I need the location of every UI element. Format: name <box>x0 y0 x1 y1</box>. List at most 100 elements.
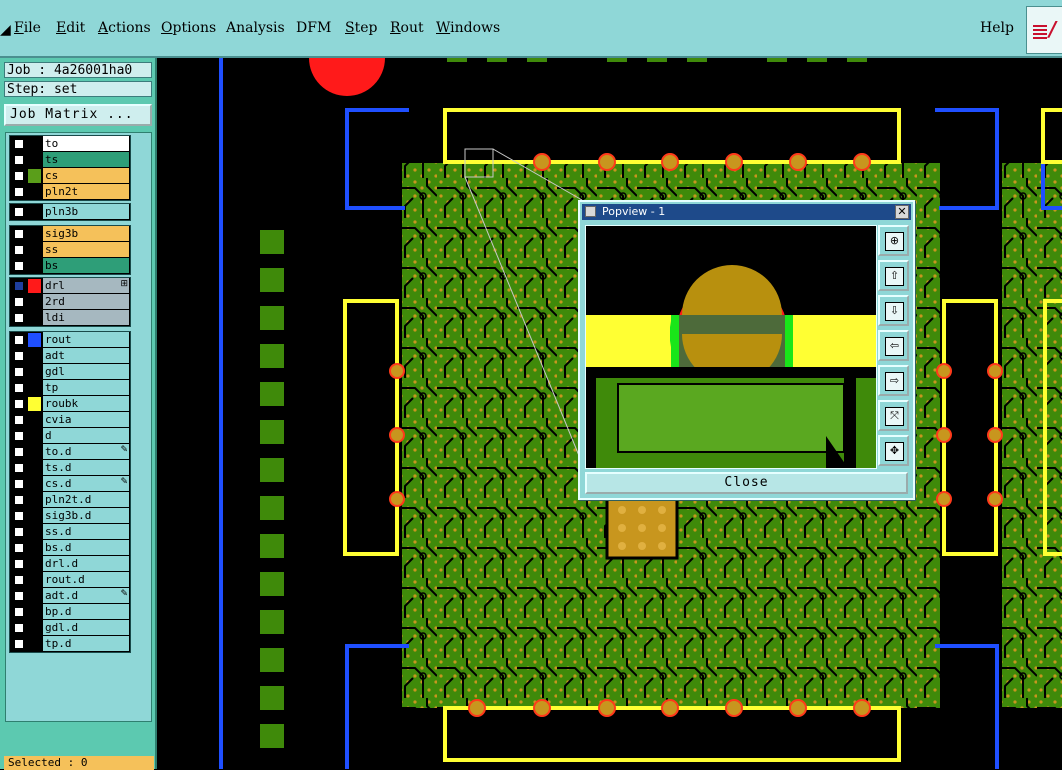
layer-name[interactable]: drl.d <box>43 556 129 571</box>
layer-color-swatch[interactable] <box>28 461 41 475</box>
layer-row-cs-d[interactable]: cs.d ✎ <box>10 476 130 492</box>
layer-name[interactable]: gdl <box>43 364 129 379</box>
layer-color-swatch[interactable] <box>28 589 41 603</box>
layer-checkbox[interactable] <box>14 591 24 601</box>
layer-color-swatch[interactable] <box>28 243 41 257</box>
menu-analysis[interactable]: Analysis <box>226 20 285 36</box>
graphics-canvas[interactable]: Popview - 1 ✕ ⊕ ⇧ ⇩ ⇦ ⇨ ⤧ ✥ Close <box>157 58 1062 769</box>
menu-windows[interactable]: Windows <box>436 20 500 36</box>
layer-checkbox[interactable] <box>14 281 24 291</box>
layer-row-bs[interactable]: bs <box>10 258 130 274</box>
layer-row-sig3b-d[interactable]: sig3b.d <box>10 508 130 524</box>
layer-checkbox[interactable] <box>14 639 24 649</box>
menu-rout[interactable]: Rout <box>390 20 424 36</box>
layer-name[interactable]: ts <box>43 152 129 167</box>
layer-checkbox[interactable] <box>14 575 24 585</box>
layer-color-swatch[interactable] <box>28 573 41 587</box>
layer-name[interactable]: ts.d <box>43 460 129 475</box>
layer-color-swatch[interactable] <box>28 381 41 395</box>
layer-color-swatch[interactable] <box>28 365 41 379</box>
layer-row-roubk[interactable]: roubk <box>10 396 130 412</box>
layer-name[interactable]: pln2t.d <box>43 492 129 507</box>
layer-checkbox[interactable] <box>14 607 24 617</box>
layer-row-adt[interactable]: adt <box>10 348 130 364</box>
layer-checkbox[interactable] <box>14 139 24 149</box>
layer-row-pln3b[interactable]: pln3b <box>10 204 130 220</box>
layer-row-adt-d[interactable]: adt.d ✎ <box>10 588 130 604</box>
layer-row-tp[interactable]: tp <box>10 380 130 396</box>
layer-name[interactable]: to <box>43 136 129 151</box>
layer-name[interactable]: ss <box>43 242 129 257</box>
layer-name[interactable]: rout <box>43 332 129 347</box>
layer-row-rout-d[interactable]: rout.d <box>10 572 130 588</box>
layer-checkbox[interactable] <box>14 313 24 323</box>
layer-checkbox[interactable] <box>14 431 24 441</box>
layer-checkbox[interactable] <box>14 511 24 521</box>
layer-checkbox[interactable] <box>14 623 24 633</box>
layer-row-gdl-d[interactable]: gdl.d <box>10 620 130 636</box>
layer-name[interactable]: pln3b <box>43 204 129 219</box>
menu-actions[interactable]: Actions <box>98 20 151 36</box>
layer-name[interactable]: rout.d <box>43 572 129 587</box>
close-button[interactable]: Close <box>585 472 908 494</box>
layer-row-to-d[interactable]: to.d ✎ <box>10 444 130 460</box>
layer-checkbox[interactable] <box>14 367 24 377</box>
layer-color-swatch[interactable] <box>28 621 41 635</box>
layer-color-swatch[interactable] <box>28 541 41 555</box>
layer-color-swatch[interactable] <box>28 333 41 347</box>
layer-color-swatch[interactable] <box>28 259 41 273</box>
layer-name[interactable]: sig3b <box>43 226 129 241</box>
layer-checkbox[interactable] <box>14 245 24 255</box>
layer-row-pln2t[interactable]: pln2t <box>10 184 130 200</box>
layer-checkbox[interactable] <box>14 207 24 217</box>
layer-row-to[interactable]: to <box>10 136 130 152</box>
layer-row-gdl[interactable]: gdl <box>10 364 130 380</box>
layer-row-ss[interactable]: ss <box>10 242 130 258</box>
layer-row-bs-d[interactable]: bs.d <box>10 540 130 556</box>
layer-checkbox[interactable] <box>14 171 24 181</box>
pan-right-icon[interactable]: ⇨ <box>878 365 909 396</box>
layer-color-swatch[interactable] <box>28 493 41 507</box>
menu-file[interactable]: File <box>14 20 41 36</box>
layer-color-swatch[interactable] <box>28 525 41 539</box>
layer-checkbox[interactable] <box>14 479 24 489</box>
layer-name[interactable]: tp <box>43 380 129 395</box>
layer-color-swatch[interactable] <box>28 397 41 411</box>
layer-name[interactable]: pln2t <box>43 184 129 199</box>
menu-options[interactable]: Options <box>161 20 216 36</box>
layer-name[interactable]: bs.d <box>43 540 129 555</box>
menu-step[interactable]: Step <box>345 20 377 36</box>
menu-dfm[interactable]: DFM <box>296 20 331 36</box>
layer-name[interactable]: cs.d <box>43 476 129 491</box>
layer-row-drl-d[interactable]: drl.d <box>10 556 130 572</box>
menu-edit[interactable]: Edit <box>56 20 85 36</box>
layer-row-bp-d[interactable]: bp.d <box>10 604 130 620</box>
layer-checkbox[interactable] <box>14 155 24 165</box>
job-matrix-button[interactable]: Job Matrix ... <box>4 104 152 126</box>
layer-name[interactable]: ldi <box>43 310 129 325</box>
layer-color-swatch[interactable] <box>28 185 41 199</box>
layer-row-ts[interactable]: ts <box>10 152 130 168</box>
layer-name[interactable]: 2rd <box>43 294 129 309</box>
layer-row-ldi[interactable]: ldi <box>10 310 130 326</box>
layer-row-pln2t-d[interactable]: pln2t.d <box>10 492 130 508</box>
layer-row-rout[interactable]: rout <box>10 332 130 348</box>
window-menu-icon[interactable]: ◢ <box>0 22 11 38</box>
layer-color-swatch[interactable] <box>28 477 41 491</box>
layer-name[interactable]: adt.d <box>43 588 129 603</box>
layer-color-swatch[interactable] <box>28 557 41 571</box>
layer-name[interactable]: ss.d <box>43 524 129 539</box>
layer-name[interactable]: d <box>43 428 129 443</box>
layer-color-swatch[interactable] <box>28 169 41 183</box>
window-menu-icon[interactable] <box>585 206 596 217</box>
layer-checkbox[interactable] <box>14 297 24 307</box>
layer-row-cvia[interactable]: cvia <box>10 412 130 428</box>
layer-checkbox[interactable] <box>14 415 24 425</box>
layer-row-tp-d[interactable]: tp.d <box>10 636 130 652</box>
layer-name[interactable]: bp.d <box>43 604 129 619</box>
layer-name[interactable]: gdl.d <box>43 620 129 635</box>
layer-row-ts-d[interactable]: ts.d <box>10 460 130 476</box>
layer-checkbox[interactable] <box>14 447 24 457</box>
layer-color-swatch[interactable] <box>28 137 41 151</box>
layer-checkbox[interactable] <box>14 463 24 473</box>
